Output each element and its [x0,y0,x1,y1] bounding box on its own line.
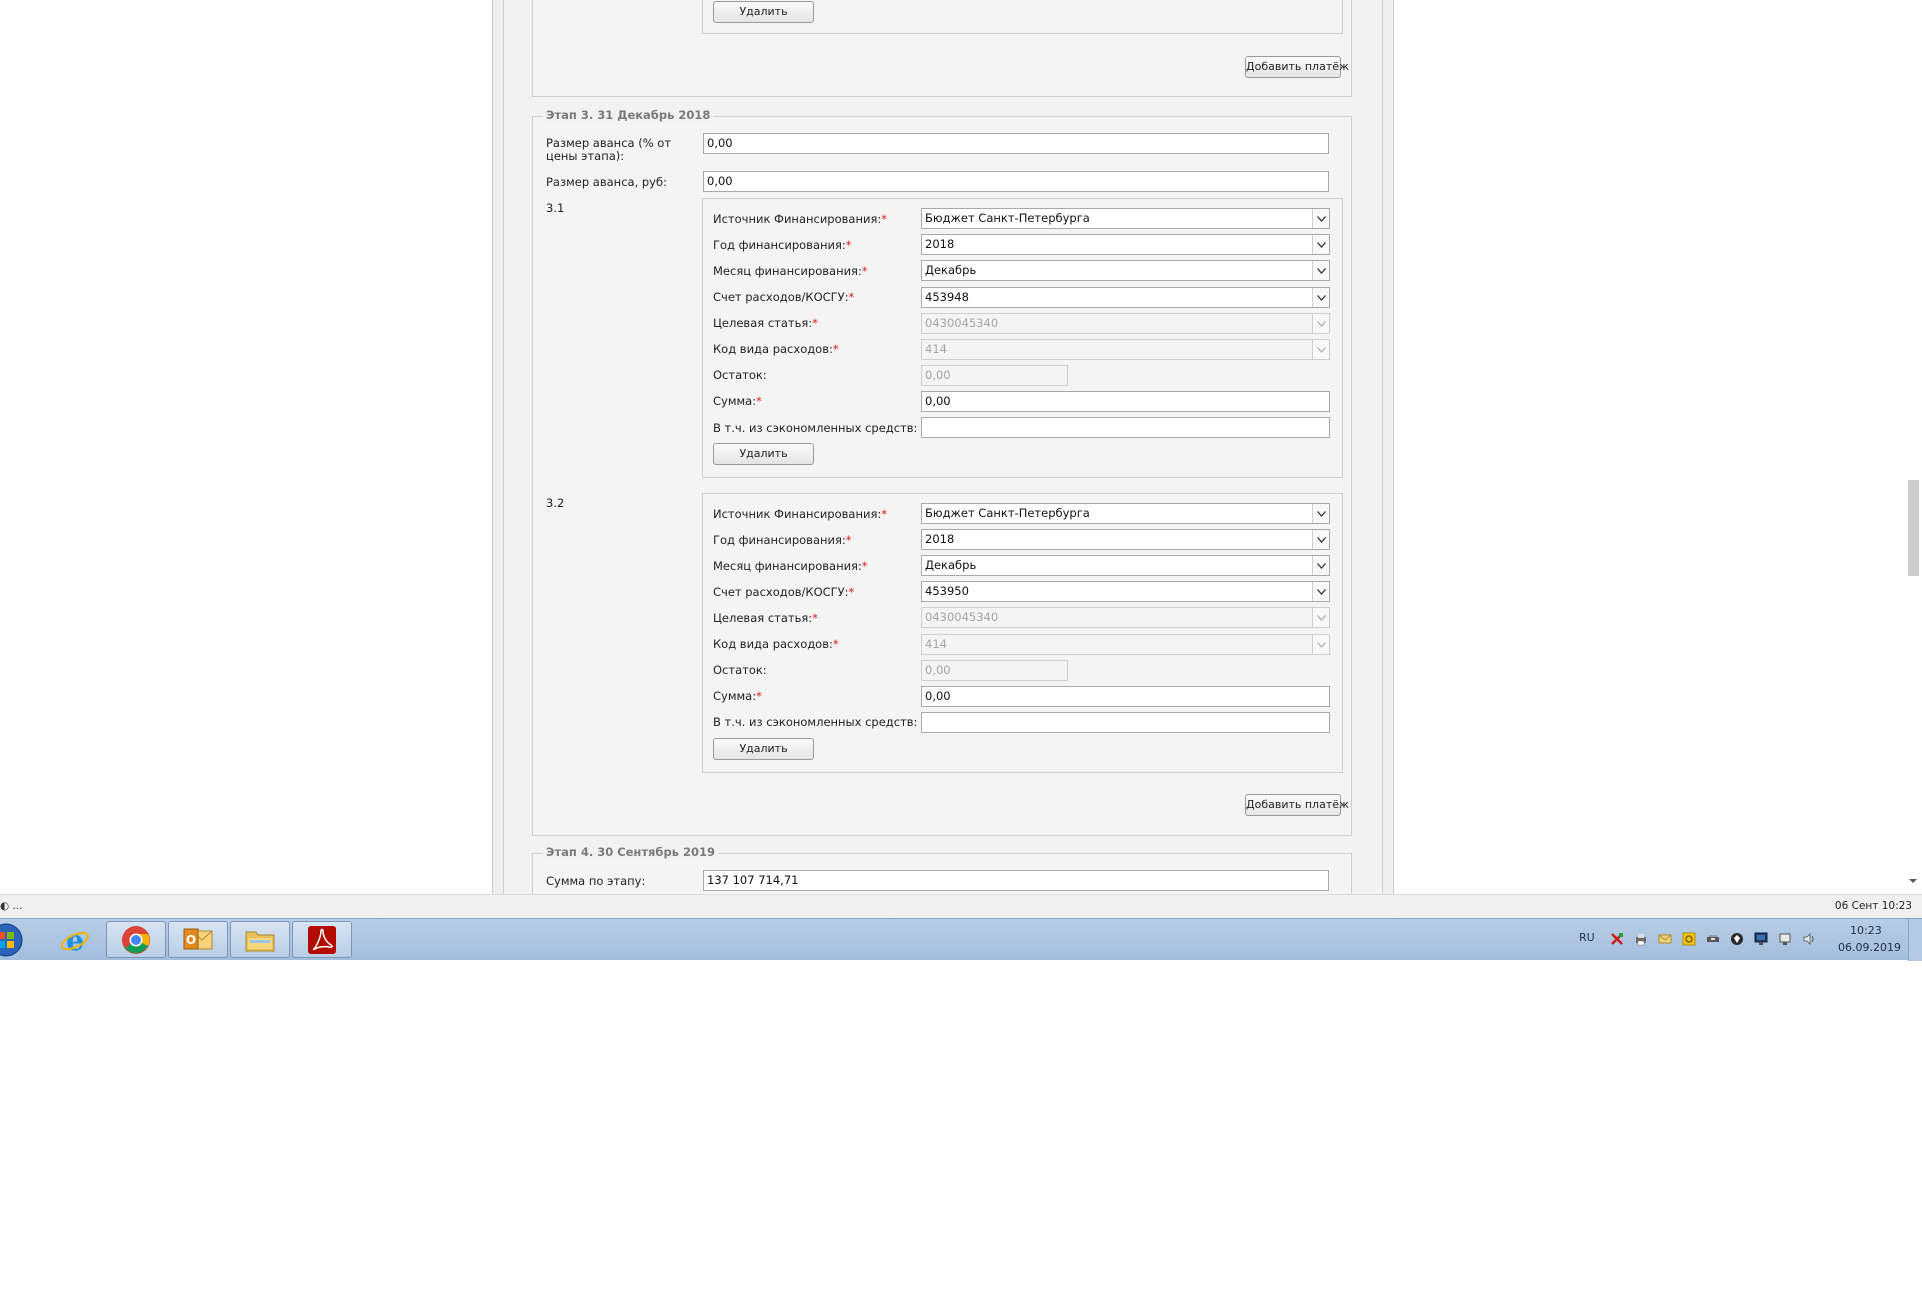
source-select[interactable]: Бюджет Санкт-Петербурга [921,503,1330,524]
stage-sum-input[interactable]: 137 107 714,71 [703,870,1329,891]
advance-percent-label: Размер аванса (% от цены этапа): [546,136,672,163]
chevron-down-icon [1312,608,1329,627]
remainder-input: 0,00 [921,660,1068,681]
status-left-text: ◐ ... [0,900,23,912]
acrobat-reader-icon [308,925,336,954]
keyboard-language[interactable]: RU [1579,931,1595,944]
show-desktop-button[interactable] [1908,919,1922,961]
month-select[interactable]: Декабрь [921,555,1330,576]
vertical-scrollbar[interactable] [1903,0,1922,894]
target-article-label: Целевая статья:* [713,316,818,330]
status-datetime: 06 Сент 10:23 [1834,900,1912,912]
chrome-icon [122,925,150,954]
sum-label: Сумма:* [713,689,762,703]
source-select[interactable]: Бюджет Санкт-Петербурга [921,208,1330,229]
windows-taskbar: e O RU 10:23 06.09.2019 [0,918,1922,961]
month-label: Месяц финансирования:* [713,559,868,573]
windows-start-orb-icon [0,923,23,956]
stage-4-legend: Этап 4. 30 Сентябрь 2019 [543,845,718,859]
chevron-down-icon [1312,340,1329,359]
remainder-label: Остаток: [713,368,767,382]
chevron-down-icon [1312,288,1329,307]
saved-funds-input[interactable] [921,417,1330,438]
volume-tray-icon[interactable] [1802,932,1816,946]
advance-percent-input[interactable]: 0,00 [703,133,1329,154]
payment-number-3-2: 3.2 [546,496,565,510]
target-article-select: 0430045340 [921,607,1330,628]
advance-rub-input[interactable]: 0,00 [703,171,1329,192]
remainder-input: 0,00 [921,365,1068,386]
account-select[interactable]: 453948 [921,287,1330,308]
account-label: Счет расходов/КОСГУ:* [713,290,855,304]
clock-date[interactable]: 06.09.2019 [1838,941,1901,954]
sum-input[interactable]: 0,00 [921,391,1330,412]
expense-kind-label: Код вида расходов:* [713,637,839,651]
status-bar: ◐ ... 06 Сент 10:23 [0,894,1922,918]
year-label: Год финансирования:* [713,238,852,252]
taskbar-acrobat[interactable] [292,921,352,958]
saved-funds-label: В т.ч. из сэкономленных средств: [713,421,918,435]
chevron-down-icon [1312,530,1329,549]
browser-viewport: Удалить Добавить платёж Этап 3. 31 Декаб… [0,0,1922,894]
stage-sum-label: Сумма по этапу: [546,874,646,888]
target-article-select: 0430045340 [921,313,1330,334]
month-select[interactable]: Декабрь [921,260,1330,281]
year-label: Год финансирования:* [713,533,852,547]
account-select[interactable]: 453950 [921,581,1330,602]
saved-funds-label: В т.ч. из сэкономленных средств: [713,715,918,729]
scrollbar-thumb[interactable] [1908,480,1919,576]
internet-explorer-icon: e [61,924,89,956]
account-label: Счет расходов/КОСГУ:* [713,585,855,599]
shield-tray-icon[interactable] [1730,932,1744,946]
printer-tray-icon[interactable] [1634,932,1648,946]
folder-icon [245,931,275,951]
taskbar-internet-explorer[interactable]: e [45,921,105,958]
chevron-down-icon [1312,504,1329,523]
delete-payment-button[interactable]: Удалить [713,443,814,465]
svg-text:e: e [66,924,84,956]
source-label: Источник Финансирования:* [713,507,887,521]
taskbar-chrome[interactable] [106,921,166,958]
year-select[interactable]: 2018 [921,234,1330,255]
taskbar-file-explorer[interactable] [230,921,290,958]
expense-kind-select: 414 [921,634,1330,655]
mail-tray-icon[interactable] [1658,932,1672,946]
chevron-down-icon [1312,209,1329,228]
sum-label: Сумма:* [713,394,762,408]
source-label: Источник Финансирования:* [713,212,887,226]
chevron-down-icon [1312,556,1329,575]
remainder-label: Остаток: [713,663,767,677]
start-button[interactable] [0,921,28,958]
saved-funds-input[interactable] [921,712,1330,733]
advance-rub-label: Размер аванса, руб: [546,175,667,189]
outlook-icon: O [183,928,213,949]
sum-input[interactable]: 0,00 [921,686,1330,707]
chevron-down-icon [1312,235,1329,254]
chevron-down-icon [1312,635,1329,654]
delete-payment-button[interactable]: Удалить [713,738,814,760]
chevron-down-icon [1312,582,1329,601]
svg-text:O: O [186,933,196,947]
delete-button-prev[interactable]: Удалить [713,1,814,23]
add-payment-button-stage-3[interactable]: Добавить платёж [1245,794,1349,816]
add-payment-button-stage-2[interactable]: Добавить платёж [1245,56,1349,78]
chevron-down-icon [1312,314,1329,333]
antivirus-tray-icon[interactable] [1610,932,1624,946]
year-select[interactable]: 2018 [921,529,1330,550]
expense-kind-select: 414 [921,339,1330,360]
chevron-down-icon [1312,261,1329,280]
network-tray-icon[interactable] [1754,932,1768,946]
usb-tray-icon[interactable] [1706,932,1720,946]
monitor-tray-icon[interactable] [1778,932,1792,946]
expense-kind-label: Код вида расходов:* [713,342,839,356]
taskbar-outlook[interactable]: O [168,921,228,958]
onedrive-tray-icon[interactable] [1682,932,1696,946]
payment-number-3-1: 3.1 [546,201,565,215]
stage-3-legend: Этап 3. 31 Декабрь 2018 [543,108,714,122]
target-article-label: Целевая статья:* [713,611,818,625]
month-label: Месяц финансирования:* [713,264,868,278]
clock-time[interactable]: 10:23 [1850,924,1882,937]
scroll-down-arrow-icon[interactable] [1908,876,1918,886]
